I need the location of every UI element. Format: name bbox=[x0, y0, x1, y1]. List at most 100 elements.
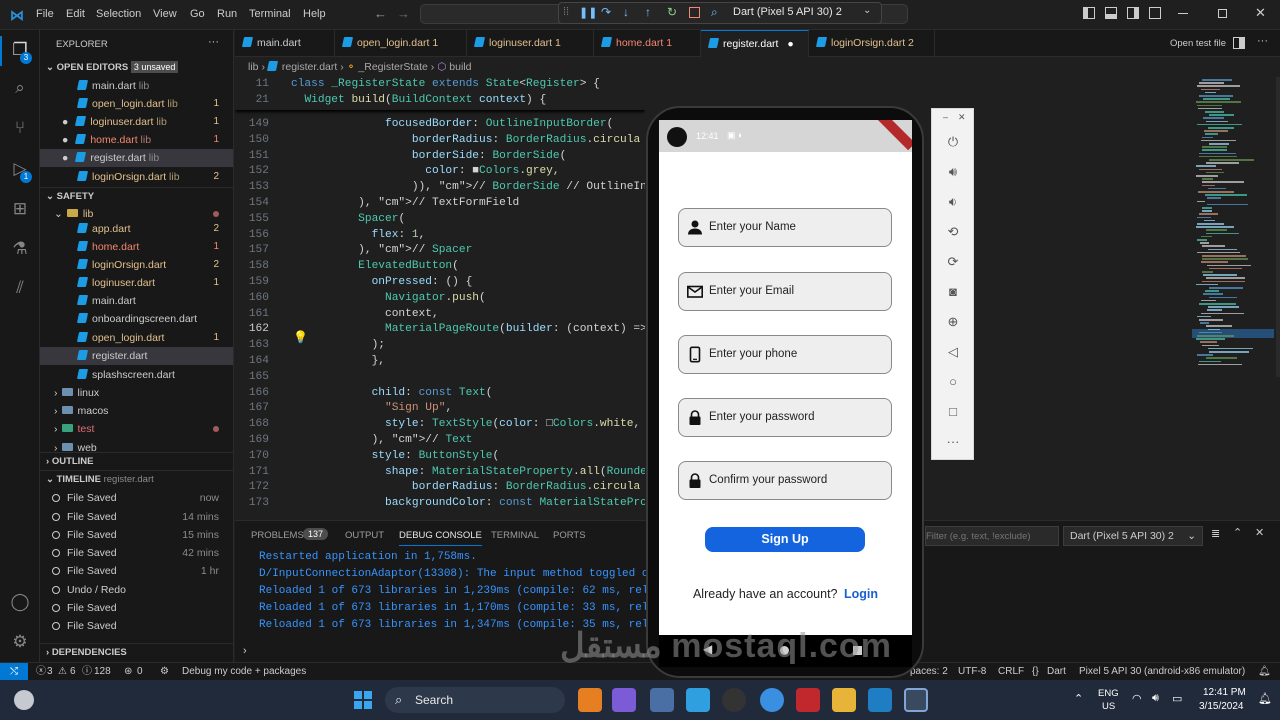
language-indicator[interactable]: ENG bbox=[1098, 688, 1119, 699]
timeline-item[interactable]: File Saved 42 mins bbox=[40, 544, 233, 562]
rotate-right-icon[interactable]: ⟳ bbox=[942, 251, 964, 273]
rotate-left-icon[interactable]: ⟲ bbox=[942, 221, 964, 243]
menu-go[interactable]: Go bbox=[190, 8, 205, 20]
zoom-icon[interactable]: ⊕ bbox=[942, 311, 964, 333]
toggle-panel-icon[interactable] bbox=[1105, 7, 1117, 19]
split-editor-icon[interactable] bbox=[1233, 37, 1245, 49]
open-editor-item[interactable]: ● home.dart lib 1 bbox=[40, 131, 233, 149]
tab-home[interactable]: home.dart 1 bbox=[594, 30, 701, 57]
timeline-item[interactable]: File Saved now bbox=[40, 489, 233, 507]
open-editor-item[interactable]: main.dart lib bbox=[40, 77, 233, 95]
step-out-icon[interactable]: ↑ bbox=[645, 5, 651, 19]
open-editor-item-active[interactable]: ● register.dart lib bbox=[40, 149, 233, 167]
open-editor-item[interactable]: open_login.dart lib 1 bbox=[40, 95, 233, 113]
step-into-icon[interactable]: ↓ bbox=[623, 5, 629, 19]
file-item-active[interactable]: register.dart bbox=[40, 347, 233, 365]
breadcrumb-file[interactable]: register.dart bbox=[282, 61, 337, 73]
open-editor-item[interactable]: loginOrsign.dart lib 2 bbox=[40, 168, 233, 186]
source-control-icon[interactable]: ⑂ bbox=[8, 116, 32, 140]
tab-debug-console[interactable]: DEBUG CONSOLE bbox=[399, 530, 482, 546]
app-icon[interactable] bbox=[686, 688, 710, 712]
confirm-password-field[interactable]: Confirm your password bbox=[678, 461, 892, 500]
warning-icon[interactable]: ⚠ bbox=[58, 663, 67, 680]
email-field[interactable]: Enter your Email bbox=[678, 272, 892, 311]
teams-icon[interactable] bbox=[612, 688, 636, 712]
notification-bell-icon[interactable]: 🔔︎ bbox=[1258, 692, 1272, 705]
menu-file[interactable]: File bbox=[36, 8, 54, 20]
customize-layout-icon[interactable] bbox=[1149, 7, 1161, 19]
weather-icon[interactable] bbox=[14, 690, 34, 710]
maximize-panel-icon[interactable]: ⌃ bbox=[1233, 526, 1242, 539]
overview-icon[interactable]: □ bbox=[942, 401, 964, 423]
volume-icon[interactable]: 🔊︎ bbox=[1152, 692, 1159, 705]
folder-item[interactable]: › test bbox=[40, 420, 233, 438]
settings-gear-icon[interactable]: ⚙ bbox=[8, 630, 32, 654]
timeline-item[interactable]: File Saved 14 mins bbox=[40, 508, 233, 526]
testing-icon[interactable]: ⚗ bbox=[8, 237, 32, 261]
project-header[interactable]: ⌄ SAFETY bbox=[40, 187, 233, 205]
account-icon[interactable]: ◯ bbox=[8, 590, 32, 614]
minimize-icon[interactable] bbox=[1178, 13, 1188, 14]
tab-problems[interactable]: PROBLEMS bbox=[251, 530, 304, 541]
timeline-item[interactable]: File Saved bbox=[40, 617, 233, 631]
tab-loginorsign[interactable]: loginOrsign.dart 2 bbox=[809, 30, 935, 57]
step-over-icon[interactable]: ↷ bbox=[601, 5, 611, 19]
file-item[interactable]: main.dart bbox=[40, 292, 233, 310]
extensions-icon[interactable]: ⊞ bbox=[8, 197, 32, 221]
file-item[interactable]: open_login.dart 1 bbox=[40, 329, 233, 347]
flutter-icon[interactable]: ⫽ bbox=[8, 276, 32, 300]
debug-config[interactable]: Debug my code + packages bbox=[182, 663, 306, 680]
tab-loginuser[interactable]: loginuser.dart 1 bbox=[467, 30, 594, 57]
timeline-item[interactable]: File Saved bbox=[40, 599, 233, 617]
close-window-icon[interactable]: ✕ bbox=[1255, 5, 1266, 21]
toggle-secondary-sidebar-icon[interactable] bbox=[1127, 7, 1139, 19]
taskbar-date[interactable]: 3/15/2024 bbox=[1199, 701, 1244, 712]
pause-icon[interactable]: ❚❚ bbox=[579, 6, 597, 19]
timeline-header[interactable]: ⌄ TIMELINE register.dart bbox=[40, 470, 233, 488]
menu-edit[interactable]: Edit bbox=[66, 8, 85, 20]
debug-icon[interactable]: ⚙ bbox=[160, 663, 169, 680]
search-icon[interactable]: ⌕ bbox=[8, 76, 32, 100]
tab-ports[interactable]: PORTS bbox=[553, 530, 586, 541]
inspect-icon[interactable]: ⌕ bbox=[711, 5, 718, 20]
menu-terminal[interactable]: Terminal bbox=[249, 8, 291, 20]
app-icon[interactable] bbox=[578, 688, 602, 712]
code-editor[interactable]: 11 class _RegisterState extends State<Re… bbox=[235, 77, 645, 520]
mcafee-icon[interactable] bbox=[796, 688, 820, 712]
timeline-item[interactable]: Undo / Redo bbox=[40, 581, 233, 599]
menu-view[interactable]: View bbox=[153, 8, 177, 20]
vscode-taskbar-icon[interactable] bbox=[868, 688, 892, 712]
chrome-icon[interactable] bbox=[760, 688, 784, 712]
breadcrumb-class[interactable]: _RegisterState bbox=[358, 61, 427, 73]
wifi-icon[interactable]: ◠ bbox=[1132, 692, 1142, 705]
timeline-item[interactable]: File Saved 15 mins bbox=[40, 526, 233, 544]
info-count[interactable]: 128 bbox=[94, 663, 111, 680]
tab-register[interactable]: register.dart ● bbox=[701, 30, 809, 57]
minimap[interactable] bbox=[1192, 77, 1280, 520]
github-icon[interactable] bbox=[722, 688, 746, 712]
tab-open-login[interactable]: open_login.dart 1 bbox=[335, 30, 467, 57]
tab-main[interactable]: main.dart bbox=[235, 30, 335, 57]
open-editors-header[interactable]: ⌄ OPEN EDITORS 3 unsaved bbox=[40, 58, 233, 76]
menu-run[interactable]: Run bbox=[217, 8, 237, 20]
close-icon[interactable]: ✕ bbox=[958, 112, 966, 123]
minimize-icon[interactable]: – bbox=[943, 112, 948, 122]
volume-up-icon[interactable]: 🔊︎ bbox=[942, 161, 964, 183]
file-item[interactable]: onboardingscreen.dart bbox=[40, 310, 233, 328]
chevron-down-icon[interactable]: ⌄ bbox=[863, 5, 871, 16]
console-filter-input[interactable] bbox=[925, 526, 1059, 546]
stop-icon[interactable] bbox=[689, 7, 700, 18]
remote-icon[interactable]: ⤭ bbox=[0, 663, 28, 680]
more-actions-icon[interactable]: ··· bbox=[1257, 35, 1268, 47]
tray-overflow-icon[interactable]: ⌃ bbox=[1074, 692, 1083, 705]
file-item[interactable]: splashscreen.dart bbox=[40, 366, 233, 384]
more-actions-icon[interactable]: ··· bbox=[208, 36, 219, 48]
debug-device-select[interactable]: Dart (Pixel 5 API 30) 2 bbox=[733, 6, 842, 18]
back-icon[interactable]: ◁ bbox=[942, 341, 964, 363]
breadcrumb-lib[interactable]: lib bbox=[248, 61, 259, 73]
folder-item[interactable]: › macos bbox=[40, 402, 233, 420]
home-icon[interactable]: ○ bbox=[942, 371, 964, 393]
close-panel-icon[interactable]: ✕ bbox=[1255, 526, 1264, 539]
file-item[interactable]: loginOrsign.dart 2 bbox=[40, 256, 233, 274]
notifications-icon[interactable]: 🔔︎ bbox=[1258, 663, 1271, 680]
